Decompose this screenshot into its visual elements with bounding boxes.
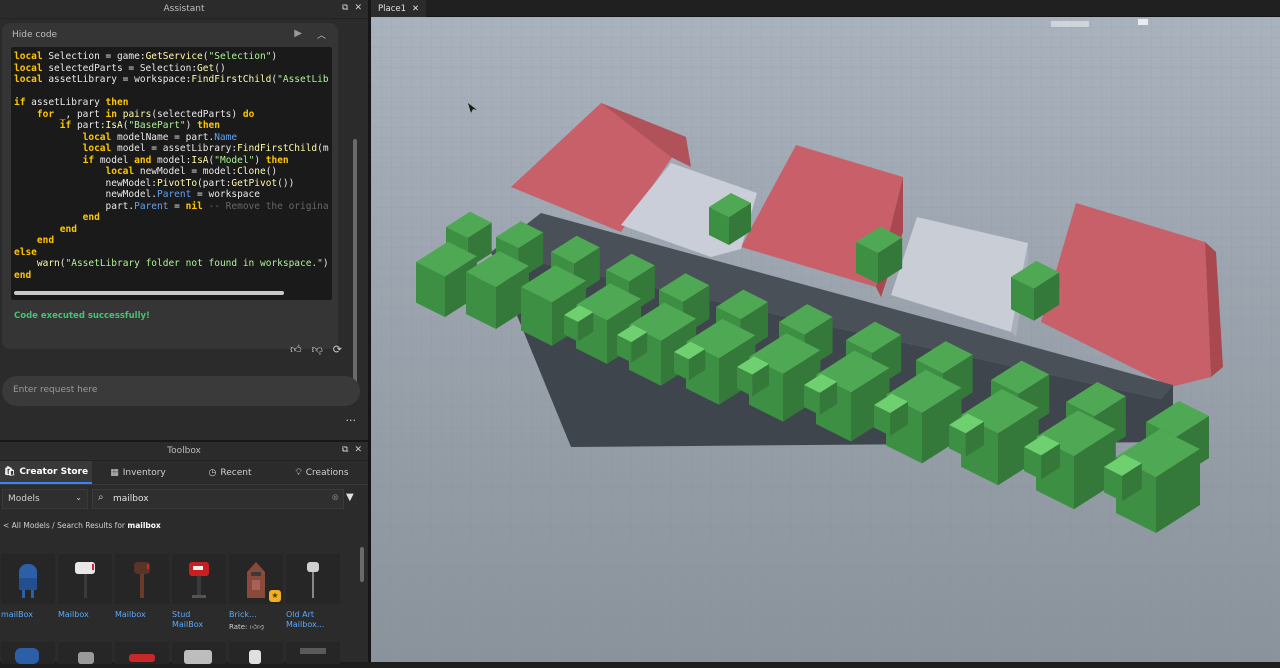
asset-item[interactable]: Stud MailBox [172, 554, 226, 630]
more-options-icon[interactable]: ... [346, 411, 357, 424]
assistant-message: Hide code ▶ ︿ local Selection = game:Get… [2, 23, 338, 349]
category-value: Models [8, 494, 40, 504]
code-header: Hide code ▶ ︿ [2, 23, 338, 47]
breadcrumb-query: mailbox [127, 521, 161, 530]
close-icon[interactable]: ✕ [354, 3, 362, 13]
scene [371, 17, 1280, 662]
tab-label: Creator Store [19, 466, 89, 477]
asset-thumbnail [286, 554, 340, 604]
chat-area: Hide code ▶ ︿ local Selection = game:Get… [0, 19, 360, 384]
asset-name[interactable]: Brick... [229, 610, 283, 620]
asset-thumbnail [115, 554, 169, 604]
asset-thumbnail: ★ [229, 554, 283, 604]
asset-name-line-2[interactable]: MailBox [172, 620, 226, 630]
assistant-panel: Assistant ⧉ ✕ Hide code ▶ ︿ local Select… [0, 0, 368, 438]
clear-icon[interactable]: ⊗ [331, 493, 339, 503]
asset-thumbnail[interactable] [229, 642, 283, 664]
code-block[interactable]: local Selection = game:GetService("Selec… [11, 47, 332, 300]
asset-thumbnail [58, 554, 112, 604]
breadcrumb: < All Models / Search Results for mailbo… [3, 521, 161, 530]
tab-creations[interactable]: 💡︎ Creations [276, 461, 368, 484]
asset-name[interactable]: Mailbox [58, 610, 112, 620]
asset-thumbnail[interactable] [1, 642, 55, 664]
filter-row: Models ⌄ ⌕ mailbox ⊗ ▼ [0, 489, 368, 509]
left-panel: Assistant ⧉ ✕ Hide code ▶ ︿ local Select… [0, 0, 368, 664]
dock-icon[interactable]: ⧉ [342, 3, 348, 13]
tab-creator-store[interactable]: 🛍︎ Creator Store [0, 461, 92, 484]
results-grid: mailBox Mailbox Mailbox Stud MailBox ★ B… [0, 554, 352, 664]
editor-area: Place1 ✕ [371, 0, 1280, 662]
asset-thumbnail[interactable] [115, 642, 169, 664]
run-icon[interactable]: ▶ [294, 28, 302, 39]
asset-thumbnail[interactable] [172, 642, 226, 664]
dock-icon[interactable]: ⧉ [342, 445, 348, 455]
chat-scrollbar[interactable] [353, 139, 357, 384]
asset-thumbnail [1, 554, 55, 604]
chevron-down-icon: ⌄ [75, 493, 82, 502]
tab-inventory[interactable]: ▦ Inventory [92, 461, 184, 484]
filter-icon[interactable]: ▼ [346, 492, 354, 503]
thumbs-down-icon[interactable]: 👎︎ [257, 623, 264, 631]
search-value: mailbox [113, 494, 149, 504]
rating: Rate: 👍︎👎︎ [229, 622, 283, 631]
thumbs-down-icon[interactable]: 👎︎ [312, 343, 323, 356]
feedback-buttons: 👍︎ 👎︎ ⟳ [290, 343, 342, 356]
asset-thumbnail[interactable] [58, 642, 112, 664]
assistant-title-bar: Assistant ⧉ ✕ [0, 0, 368, 19]
document-tab-bar: Place1 ✕ [371, 0, 1280, 17]
lightbulb-icon: 💡︎ [295, 467, 302, 478]
asset-item[interactable]: Mailbox [58, 554, 112, 620]
asset-name[interactable]: mailBox [1, 610, 55, 620]
asset-thumbnail [172, 554, 226, 604]
hide-code-toggle[interactable]: Hide code [12, 30, 57, 40]
verified-badge-icon: ★ [269, 590, 281, 602]
asset-name[interactable]: Old Art [286, 610, 340, 620]
execution-status: Code executed successfully! [14, 311, 150, 321]
search-input[interactable]: ⌕ mailbox ⊗ [92, 489, 344, 509]
asset-item[interactable]: mailBox [1, 554, 55, 620]
chevron-up-icon[interactable]: ︿ [317, 28, 326, 41]
asset-name[interactable]: Mailbox [115, 610, 169, 620]
tab-label: Recent [220, 467, 252, 478]
category-dropdown[interactable]: Models ⌄ [2, 489, 88, 509]
tab-label: Place1 [378, 3, 407, 14]
grid-icon: ▦ [110, 467, 119, 478]
thumbs-up-icon[interactable]: 👍︎ [290, 343, 302, 356]
close-icon[interactable]: ✕ [412, 4, 419, 14]
clock-icon: ◷ [208, 467, 217, 478]
tab-label: Creations [305, 467, 349, 478]
asset-item[interactable]: ★ Brick... Rate: 👍︎👎︎ [229, 554, 283, 631]
tab-recent[interactable]: ◷ Recent [184, 461, 276, 484]
results-scrollbar[interactable] [360, 547, 364, 582]
toolbox-title: Toolbox [167, 446, 201, 456]
asset-name[interactable]: Stud [172, 610, 226, 620]
code-horizontal-scrollbar[interactable] [14, 291, 284, 295]
toolbox-title-bar: Toolbox ⧉ ✕ [0, 442, 368, 461]
retry-icon[interactable]: ⟳ [333, 343, 342, 356]
tab-place1[interactable]: Place1 ✕ [371, 0, 427, 17]
asset-name-line-2[interactable]: Mailbox... [286, 620, 340, 630]
code-text: local Selection = game:GetService("Selec… [14, 51, 329, 281]
request-input[interactable]: Enter request here [2, 376, 360, 406]
breadcrumb-prefix[interactable]: < All Models / Search Results for [3, 521, 127, 530]
asset-item[interactable]: Mailbox [115, 554, 169, 620]
close-icon[interactable]: ✕ [354, 445, 362, 455]
thumbs-up-icon[interactable]: 👍︎ [250, 623, 257, 631]
search-icon: ⌕ [98, 492, 104, 503]
toolbox-panel: Toolbox ⧉ ✕ 🛍︎ Creator Store ▦ Inventory ◷… [0, 440, 368, 664]
store-icon: 🛍︎ [3, 466, 16, 477]
rate-label: Rate: [229, 623, 248, 631]
tab-label: Inventory [122, 467, 166, 478]
asset-thumbnail[interactable] [286, 642, 340, 664]
asset-item[interactable]: Old Art Mailbox... [286, 554, 340, 630]
assistant-title: Assistant [163, 4, 205, 14]
toolbox-tabs: 🛍︎ Creator Store ▦ Inventory ◷ Recent 💡︎ Cre… [0, 461, 368, 485]
3d-viewport[interactable] [371, 17, 1280, 662]
